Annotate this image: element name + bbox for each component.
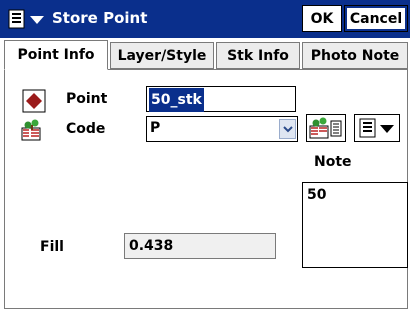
tab-stk-info[interactable]: Stk Info <box>216 42 300 69</box>
point-marker-icon <box>22 89 46 113</box>
note-textarea[interactable]: 50 <box>302 182 408 268</box>
tab-photo-note[interactable]: Photo Note <box>302 42 408 69</box>
code-value: P <box>150 120 161 136</box>
cancel-button[interactable]: Cancel <box>344 5 408 32</box>
point-label: Point <box>66 91 108 107</box>
window-title: Store Point <box>52 9 148 27</box>
point-name-input[interactable]: 50_stk <box>146 86 296 112</box>
fill-value-field: 0.438 <box>124 233 276 259</box>
note-label: Note <box>314 154 352 170</box>
code-select[interactable]: P <box>146 116 298 142</box>
code-list-button[interactable] <box>306 114 346 142</box>
code-label: Code <box>66 121 106 137</box>
tab-layer-style[interactable]: Layer/Style <box>110 42 214 69</box>
fill-label: Fill <box>40 239 64 255</box>
ok-button[interactable]: OK <box>302 5 342 32</box>
point-name-value: 50_stk <box>149 88 204 112</box>
tab-point-info[interactable]: Point Info <box>4 40 108 70</box>
menu-icon[interactable] <box>6 7 50 31</box>
dropdown-menu-icon[interactable] <box>354 114 400 142</box>
code-library-icon[interactable] <box>20 118 46 144</box>
chevron-down-icon[interactable] <box>279 119 296 139</box>
title-bar: Store Point OK Cancel <box>0 0 410 38</box>
